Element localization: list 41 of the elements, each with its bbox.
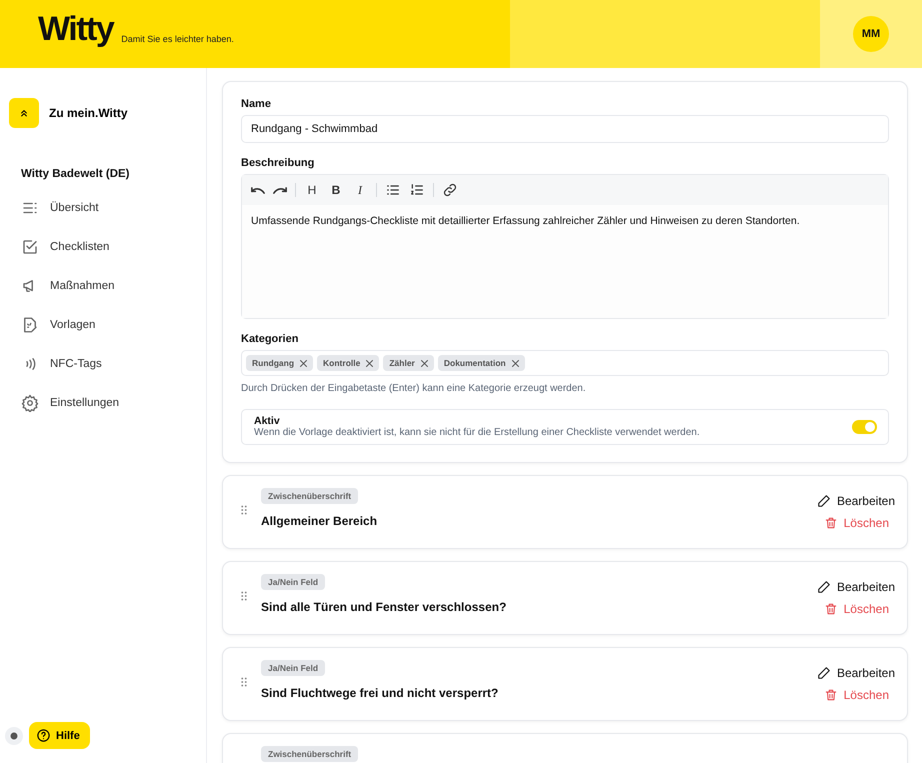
item-type-tag: Zwischenüberschrift [261, 746, 358, 762]
active-label: Aktiv [254, 415, 281, 427]
tagline: Damit Sie es leichter haben. [121, 34, 234, 46]
nav-item[interactable]: Vorlagen [0, 305, 206, 344]
back-link[interactable]: Zu mein.Witty [9, 98, 206, 128]
category-tag: Zähler [383, 355, 434, 371]
name-input[interactable]: Rundgang - Schwimmbad [241, 115, 889, 143]
item-type-tag: Ja/Nein Feld [261, 660, 326, 676]
nav-item[interactable]: Übersicht [0, 188, 206, 227]
heading-button[interactable]: H [304, 183, 320, 197]
category-tag: Rundgang [246, 355, 314, 371]
delete-button[interactable]: Löschen [824, 688, 889, 702]
category-tag: Dokumentation [438, 355, 525, 371]
organization-name: Witty Badewelt (DE) [21, 168, 131, 180]
nav-item[interactable]: Maßnahmen [0, 266, 206, 305]
categories-hint: Durch Drücken der Eingabetaste (Enter) kann eine Kategorie erzeugt werden. [241, 383, 587, 394]
nav-item[interactable]: Checklisten [0, 227, 206, 266]
description-editor[interactable]: H B I Umfassende Rundgangs-Checkliste mit detaillierter Erfassung zahlreicher Zähler und Hinweisen zu deren Standorten. [241, 174, 889, 319]
item-type-tag: Zwischenüberschrift [261, 488, 358, 504]
bold-button[interactable]: B [328, 183, 344, 197]
item-title: Allgemeiner Bereich [261, 514, 378, 528]
nav-item[interactable]: Einstellungen [0, 383, 206, 422]
item-title: Sind alle Türen und Fenster verschlossen? [261, 600, 508, 614]
active-hint: Wenn die Vorlage deaktiviert ist, kann sie nicht für die Erstellung einer Checkliste verwendet werden. [254, 427, 700, 438]
nav-item[interactable]: NFC-Tags [0, 344, 206, 383]
delete-button[interactable]: Löschen [824, 602, 889, 616]
field-label: Name [241, 98, 272, 110]
category-tag: Kontrolle [317, 355, 380, 371]
help-button[interactable]: Hilfe [29, 722, 90, 749]
italic-button[interactable]: I [352, 182, 368, 198]
user-avatar[interactable]: MM [853, 16, 889, 52]
item-title: Sind Fluchtwege frei und nicht versperrt? [261, 686, 500, 700]
item-type-tag: Ja/Nein Feld [261, 574, 326, 590]
field-label: Kategorien [241, 333, 300, 345]
edit-button[interactable]: Bearbeiten [816, 494, 895, 508]
edit-button[interactable]: Bearbeiten [816, 666, 895, 680]
edit-button[interactable]: Bearbeiten [816, 580, 895, 594]
field-label: Beschreibung [241, 157, 316, 169]
categories-field[interactable]: Rundgang Kontrolle Zähler Dokumentation [241, 350, 889, 376]
delete-button[interactable]: Löschen [824, 516, 889, 530]
logo: Witty [38, 12, 114, 46]
